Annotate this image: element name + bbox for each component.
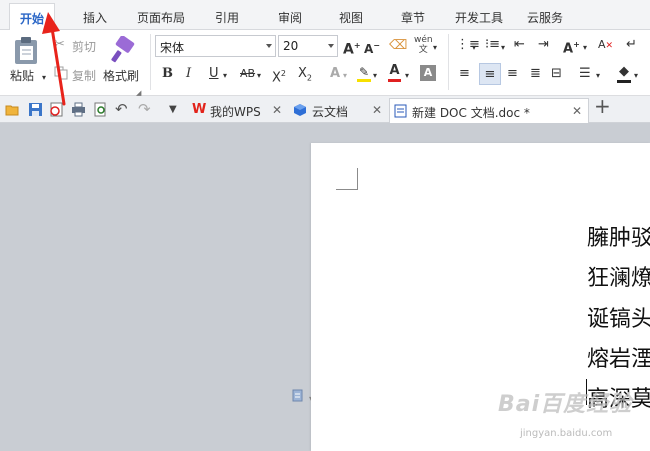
format-painter-icon[interactable] — [110, 36, 136, 64]
chevron-down-icon[interactable]: ▾ — [257, 68, 261, 84]
grow-font-icon[interactable]: A+ — [343, 38, 361, 58]
bold-icon[interactable]: B — [162, 66, 173, 82]
underline-icon[interactable]: U — [209, 66, 219, 82]
align-right-icon[interactable]: ≡ — [507, 66, 518, 82]
open-folder-icon[interactable] — [5, 102, 20, 117]
doc-tab-my-wps[interactable]: W 我的WPS ✕ — [188, 98, 284, 123]
tab-home[interactable]: 开始 — [9, 3, 56, 31]
font-name-value: 宋体 — [160, 41, 185, 55]
clear-format-icon[interactable]: ⌫ — [389, 38, 407, 54]
decrease-indent-icon[interactable]: ⇤ — [514, 37, 525, 53]
watermark-url: jingyan.baidu.com — [520, 428, 613, 439]
close-icon[interactable]: ✕ — [572, 104, 582, 118]
doc-tab-label: 云文档 — [312, 105, 349, 119]
doc-file-icon — [394, 104, 407, 118]
print-preview-icon[interactable] — [93, 102, 108, 117]
font-size-value: 20 — [283, 39, 299, 53]
tab-review[interactable]: 审阅 — [278, 9, 302, 29]
tab-view[interactable]: 视图 — [339, 9, 363, 29]
document-line: 熔岩湮 — [587, 347, 650, 372]
chevron-down-icon — [266, 44, 272, 48]
shrink-font-icon[interactable]: A− — [364, 38, 380, 57]
shading-icon[interactable]: ◆ — [617, 64, 631, 83]
chevron-down-icon[interactable]: ▾ — [223, 68, 227, 84]
chevron-down-icon[interactable]: ▾ — [583, 40, 587, 56]
align-left-icon[interactable]: ≡ — [459, 66, 470, 82]
ribbon-toolbar: 粘贴 ▾ ✂ 剪切 复制 格式刷 ◢ 宋体 20 A+ A− ⌫ wén 文 ▾ … — [0, 30, 650, 97]
divider — [150, 34, 151, 90]
numbered-list-icon[interactable]: ⁝≡ — [485, 37, 500, 53]
scissors-icon: ✂ — [54, 37, 65, 52]
page-nav-icon[interactable] — [292, 389, 304, 402]
clear-char-format-icon[interactable]: A✕ — [598, 37, 613, 54]
watermark-logo: Bai百度经验 — [498, 392, 633, 417]
justify-icon[interactable]: ≣ — [530, 66, 541, 82]
export-pdf-icon[interactable] — [49, 102, 64, 117]
chevron-down-icon[interactable]: ▾ — [42, 70, 46, 86]
highlight-icon[interactable]: ✎ — [357, 64, 371, 82]
ribbon-tab-bar: 开始 插入 页面布局 引用 审阅 视图 章节 开发工具 云服务 — [0, 0, 650, 31]
line-spacing-icon[interactable]: ☰ — [579, 66, 591, 82]
strikethrough-icon[interactable]: AB — [240, 66, 255, 82]
print-icon[interactable] — [71, 102, 86, 117]
tab-references[interactable]: 引用 — [215, 9, 239, 29]
wps-logo-icon: W — [192, 102, 207, 117]
change-case-icon[interactable]: A+ — [563, 37, 580, 57]
pinyin-guide-icon[interactable]: wén 文 — [414, 35, 433, 55]
font-name-select[interactable]: 宋体 — [155, 35, 276, 57]
font-size-select[interactable]: 20 — [278, 35, 338, 57]
chevron-down-icon[interactable]: ▾ — [596, 68, 600, 84]
tab-page-layout[interactable]: 页面布局 — [137, 9, 185, 29]
doc-tab-active[interactable]: 新建 DOC 文档.doc * ✕ — [389, 98, 589, 123]
page-margin-corner — [336, 168, 358, 190]
undo-icon[interactable]: ↶ — [115, 101, 128, 117]
chevron-down-icon[interactable]: ▾ — [501, 40, 505, 56]
chevron-down-icon[interactable]: ▾ — [433, 40, 437, 56]
character-shading-icon[interactable]: A — [420, 65, 436, 81]
tab-insert[interactable]: 插入 — [83, 9, 107, 29]
paste-button[interactable]: 粘贴 — [10, 67, 34, 84]
format-painter-button[interactable]: 格式刷 — [103, 67, 139, 84]
show-marks-icon[interactable]: ↵ — [626, 37, 637, 53]
cloud-doc-icon — [294, 104, 306, 116]
doc-tab-cloud-docs[interactable]: 云文档 ✕ — [290, 98, 386, 123]
bullet-list-icon[interactable]: ⋮≡ — [456, 37, 480, 53]
document-line: 臃肿驳 — [587, 226, 650, 251]
redo-icon[interactable]: ↷ — [138, 101, 151, 117]
tab-sections[interactable]: 章节 — [401, 9, 425, 29]
doc-tab-label: 我的WPS — [210, 105, 261, 119]
quick-access-bar: ↶ ↷ ▼ W 我的WPS ✕ 云文档 ✕ 新建 DOC 文档.doc * ✕ … — [0, 96, 650, 123]
align-center-icon[interactable]: ≡ — [479, 63, 501, 85]
customize-toolbar-icon[interactable]: ▼ — [169, 102, 177, 118]
subscript-icon[interactable]: X2 — [298, 66, 312, 87]
chevron-down-icon — [328, 44, 334, 48]
distributed-align-icon[interactable]: ⊟ — [551, 66, 562, 82]
document-line: 狂澜燎 — [587, 266, 650, 291]
save-icon[interactable] — [28, 102, 43, 117]
close-icon[interactable]: ✕ — [272, 103, 282, 117]
close-icon[interactable]: ✕ — [372, 103, 382, 117]
italic-icon[interactable]: I — [186, 66, 191, 82]
copy-button[interactable]: 复制 — [72, 67, 96, 84]
font-color-icon[interactable]: A — [388, 63, 401, 82]
chevron-down-icon[interactable]: ▾ — [634, 68, 638, 84]
chevron-down-icon[interactable]: ▾ — [405, 68, 409, 84]
cut-button[interactable]: 剪切 — [72, 38, 96, 55]
text-effect-icon[interactable]: A — [330, 66, 340, 82]
tab-cloud-services[interactable]: 云服务 — [527, 9, 563, 29]
paste-icon[interactable] — [13, 36, 39, 66]
copy-icon — [54, 66, 68, 80]
document-line: 诞镐头 — [587, 307, 650, 332]
chevron-down-icon[interactable]: ▾ — [373, 68, 377, 84]
doc-tab-label: 新建 DOC 文档.doc * — [412, 106, 530, 120]
chevron-down-icon[interactable]: ▾ — [343, 68, 347, 84]
divider — [448, 34, 449, 90]
increase-indent-icon[interactable]: ⇥ — [538, 37, 549, 53]
superscript-icon[interactable]: X2 — [272, 66, 286, 86]
chevron-down-icon[interactable]: ▾ — [472, 40, 476, 56]
new-tab-plus-icon[interactable]: + — [594, 96, 611, 116]
tab-developer-tools[interactable]: 开发工具 — [455, 9, 503, 29]
